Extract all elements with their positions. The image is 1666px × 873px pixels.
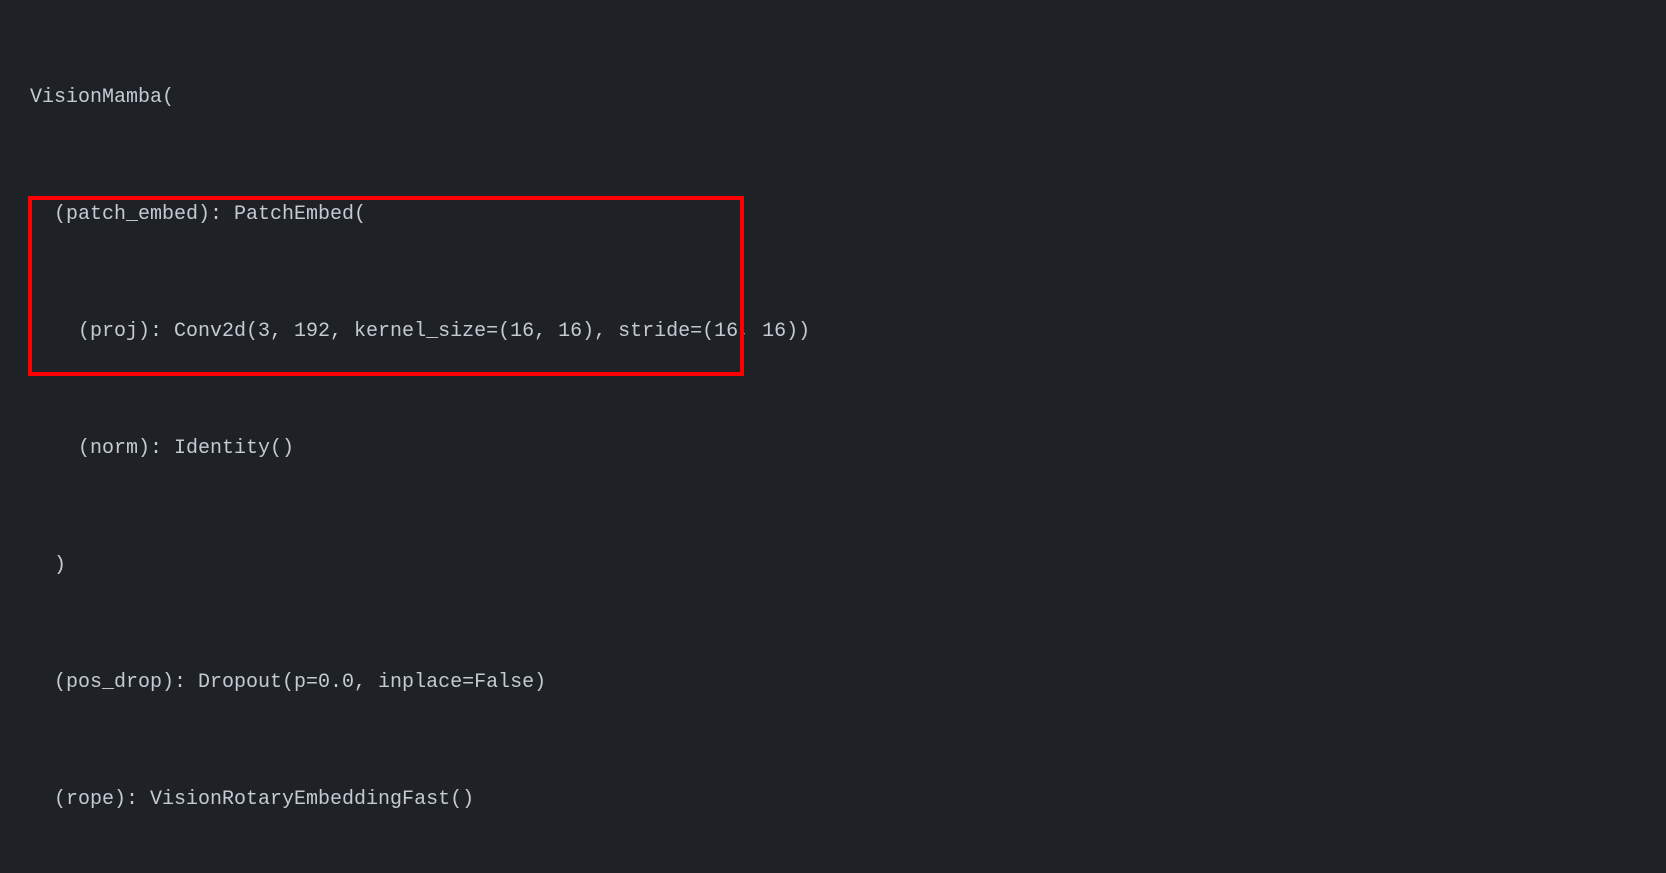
code-line[interactable]: (rope): VisionRotaryEmbeddingFast() [10,780,1666,819]
code-line[interactable]: (proj): Conv2d(3, 192, kernel_size=(16, … [10,312,1666,351]
code-line[interactable]: (pos_drop): Dropout(p=0.0, inplace=False… [10,663,1666,702]
code-line[interactable]: (norm): Identity() [10,429,1666,468]
code-line[interactable]: (patch_embed): PatchEmbed( [10,195,1666,234]
code-line[interactable]: ) [10,546,1666,585]
code-output-viewport[interactable]: VisionMamba( (patch_embed): PatchEmbed( … [0,0,1666,873]
code-line[interactable]: VisionMamba( [10,78,1666,117]
